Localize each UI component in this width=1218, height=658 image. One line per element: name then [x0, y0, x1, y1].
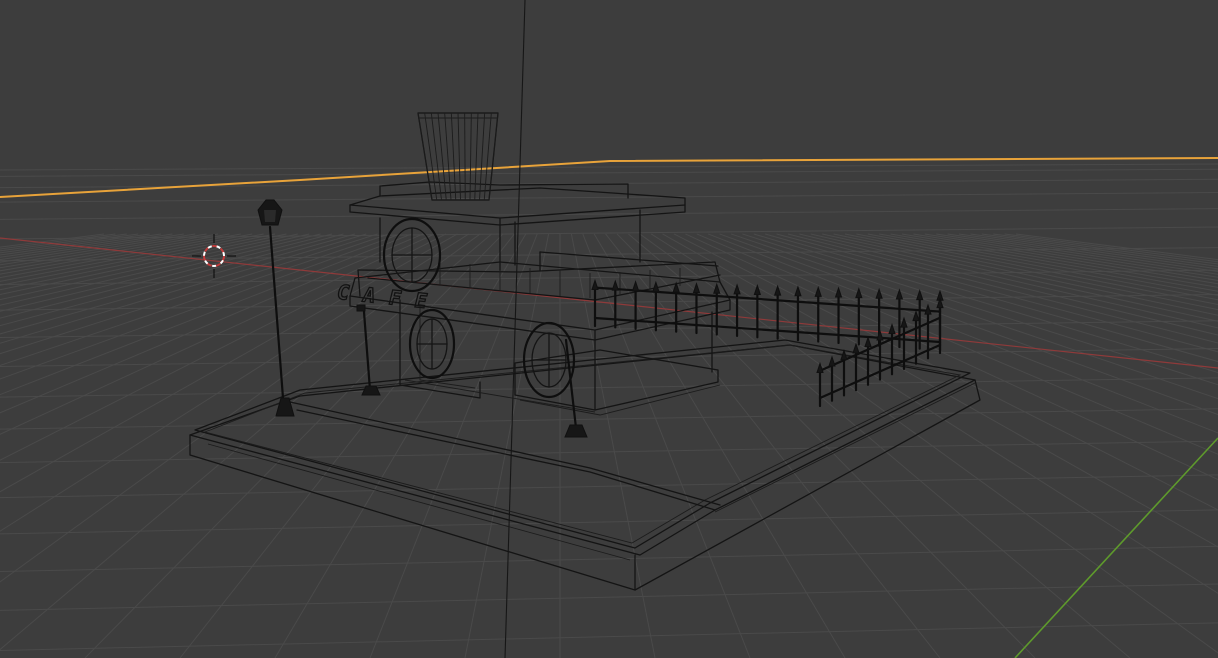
fence-spike: [692, 282, 701, 294]
round-window-right[interactable]: [522, 321, 576, 399]
fence-spike: [852, 342, 860, 354]
street-lamp[interactable]: [257, 199, 295, 417]
fence-spike: [591, 278, 599, 290]
floor-grid: [0, 163, 1218, 658]
3d-viewport[interactable]: CAFE: [0, 0, 1218, 658]
fence-spike: [888, 322, 896, 335]
fence-spike: [794, 285, 802, 297]
base-platform[interactable]: [189, 339, 981, 591]
fence-spike: [916, 288, 924, 301]
fence-spike: [814, 285, 822, 297]
fence-spike: [816, 361, 824, 373]
round-window-upper[interactable]: [382, 217, 442, 293]
round-window-left[interactable]: [408, 308, 456, 380]
horizon-line: [0, 157, 1218, 198]
fence-spike: [631, 280, 640, 292]
roof-chimney[interactable]: [417, 112, 499, 201]
viewport-canvas[interactable]: CAFE: [0, 0, 1218, 658]
fence-spike: [611, 279, 619, 291]
fence-spike: [864, 335, 872, 348]
fence-spike: [828, 355, 836, 367]
fence-spike: [753, 283, 762, 296]
